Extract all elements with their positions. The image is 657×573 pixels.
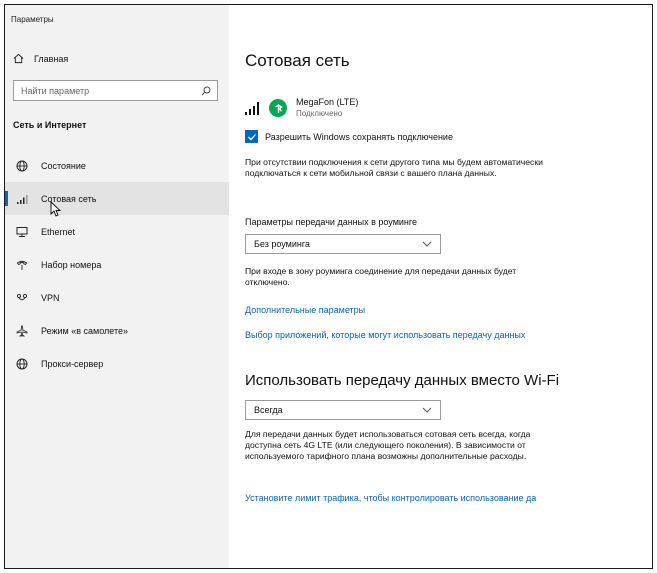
wifi-usage-note: Для передачи данных будет использоваться… bbox=[245, 429, 531, 461]
keep-connection-label: Разрешить Windows сохранять подключение bbox=[265, 131, 453, 142]
search-icon[interactable] bbox=[201, 86, 211, 96]
settings-window: Параметры Главная Сеть и Интернет Состоя… bbox=[4, 4, 653, 569]
home-icon bbox=[13, 53, 24, 64]
wifi-usage-selected-value: Всегда bbox=[254, 405, 283, 415]
cellular-icon bbox=[15, 192, 29, 206]
sidebar-item-label: Режим «в самолете» bbox=[41, 325, 129, 336]
network-name: MegaFon (LTE) bbox=[296, 97, 359, 107]
signal-strength-icon bbox=[245, 102, 259, 115]
sidebar-nav: Состояние Сотовая сеть Ethernet Набор но… bbox=[5, 149, 229, 380]
fallback-description: При отсутствии подключения к сети другог… bbox=[245, 157, 543, 178]
sidebar-item-dialup[interactable]: Набор номера bbox=[5, 248, 229, 281]
sidebar-item-airplane-mode[interactable]: Режим «в самолете» bbox=[5, 314, 229, 347]
sidebar-item-proxy[interactable]: Прокси-сервер bbox=[5, 347, 229, 380]
roaming-label: Параметры передачи данных в роуминге bbox=[245, 217, 417, 227]
chevron-down-icon bbox=[422, 241, 432, 247]
network-info: MegaFon (LTE) Подключено bbox=[245, 97, 358, 119]
sidebar-item-label: Набор номера bbox=[41, 259, 102, 270]
keep-connection-option[interactable]: Разрешить Windows сохранять подключение bbox=[245, 130, 453, 143]
keep-connection-checkbox[interactable] bbox=[245, 130, 258, 143]
search-box[interactable] bbox=[13, 80, 218, 101]
choose-apps-link[interactable]: Выбор приложений, которые могут использо… bbox=[245, 330, 525, 340]
sidebar-item-label: Прокси-сервер bbox=[41, 358, 104, 369]
sidebar-item-status[interactable]: Состояние bbox=[5, 149, 229, 182]
page-title: Сотовая сеть bbox=[245, 51, 350, 70]
network-status: Подключено bbox=[296, 109, 343, 118]
section-title: Сеть и Интернет bbox=[13, 120, 87, 130]
advanced-options-link[interactable]: Дополнительные параметры bbox=[245, 305, 365, 315]
proxy-globe-icon bbox=[15, 357, 29, 371]
megafon-logo-icon bbox=[269, 99, 287, 117]
sidebar-item-ethernet[interactable]: Ethernet bbox=[5, 215, 229, 248]
phone-icon bbox=[15, 258, 29, 272]
airplane-icon bbox=[15, 324, 29, 338]
sidebar-item-cellular[interactable]: Сотовая сеть bbox=[5, 182, 229, 215]
search-input[interactable] bbox=[21, 85, 191, 96]
ethernet-icon bbox=[15, 225, 29, 239]
home-label: Главная bbox=[34, 53, 69, 64]
home-link[interactable]: Главная bbox=[13, 53, 68, 64]
globe-icon bbox=[15, 159, 29, 173]
window-title: Параметры bbox=[11, 15, 54, 24]
wifi-usage-dropdown[interactable]: Всегда bbox=[245, 400, 441, 420]
checkmark-icon bbox=[247, 133, 256, 140]
main-content: Сотовая сеть MegaFon (LTE) Подключено Ра… bbox=[229, 5, 652, 568]
chevron-down-icon bbox=[422, 407, 432, 413]
roaming-dropdown[interactable]: Без роуминга bbox=[245, 234, 441, 254]
mouse-cursor-icon bbox=[50, 201, 61, 217]
sidebar-item-label: VPN bbox=[41, 292, 60, 303]
roaming-note: При входе в зону роуминга соединение для… bbox=[245, 266, 517, 287]
vpn-icon bbox=[15, 291, 29, 305]
sidebar-item-label: Состояние bbox=[41, 160, 86, 171]
roaming-selected-value: Без роуминга bbox=[254, 239, 310, 249]
sidebar: Параметры Главная Сеть и Интернет Состоя… bbox=[5, 5, 229, 568]
wifi-section-title: Использовать передачу данных вместо Wi-F… bbox=[245, 372, 560, 389]
sidebar-item-vpn[interactable]: VPN bbox=[5, 281, 229, 314]
sidebar-item-label: Ethernet bbox=[41, 226, 76, 237]
data-limit-link[interactable]: Установите лимит трафика, чтобы контроли… bbox=[245, 493, 536, 503]
